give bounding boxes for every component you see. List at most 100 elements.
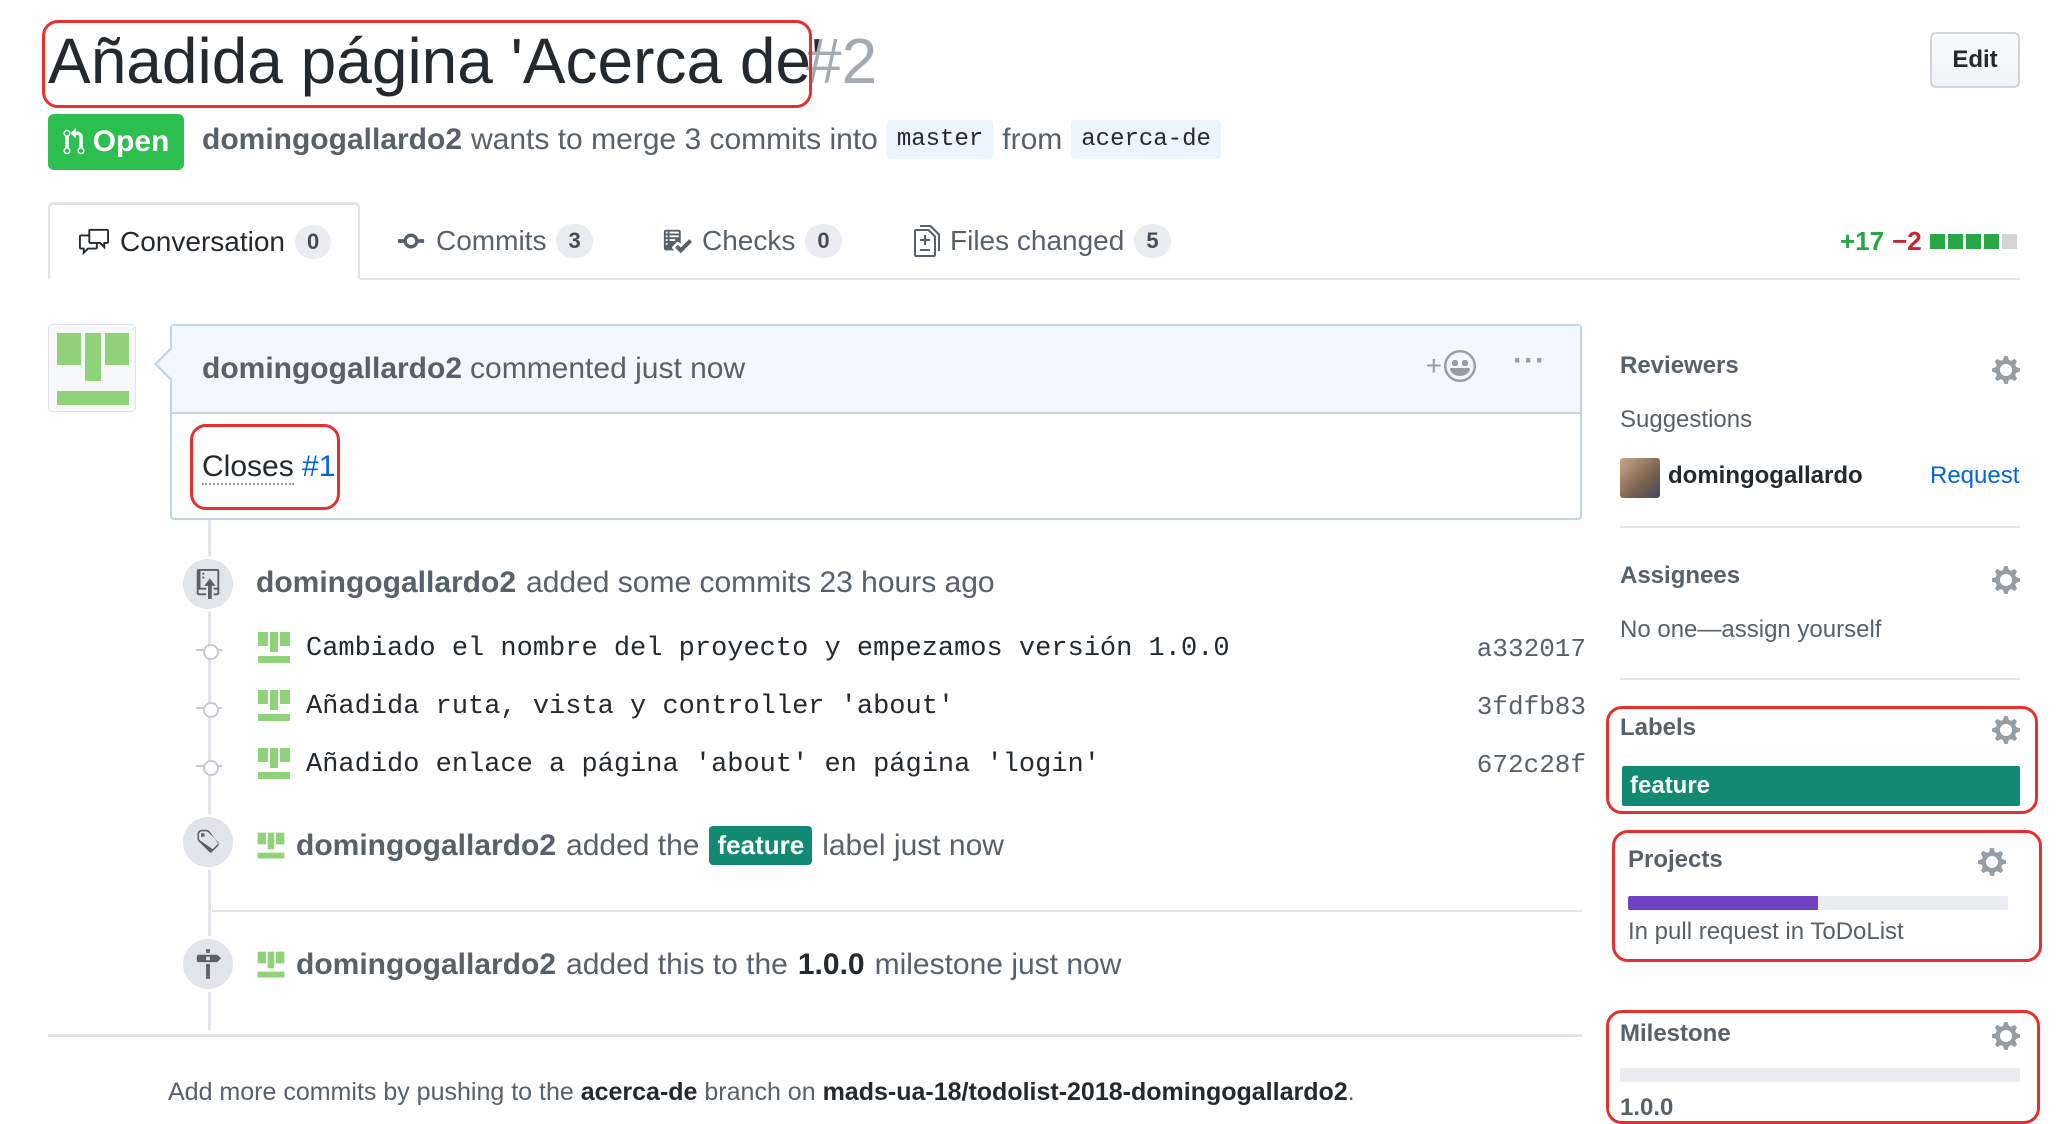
state-label: Open [92,125,170,158]
comment-header: domingogallardo2 commented just now [172,326,1580,414]
avatar[interactable] [48,324,136,412]
commits-event: domingogallardo2 added some commits 23 h… [256,566,995,600]
state-badge: Open [48,114,184,170]
gear-icon[interactable] [1990,564,2022,596]
project-progress-fill [1628,896,1818,910]
highlight-title [42,20,812,108]
pr-number: #2 [806,25,878,97]
timeline-badge [180,936,236,992]
gear-icon[interactable] [1990,714,2022,746]
highlight-closes [190,424,340,510]
hint-text: branch on [704,1078,816,1106]
gear-icon[interactable] [1976,846,2008,878]
hint-repo[interactable]: mads-ua-18/todolist-2018-domingogallardo… [823,1078,1348,1106]
checklist-icon [663,229,692,254]
request-review-link[interactable]: Request [1930,462,2019,490]
commit-dot-icon [196,758,222,776]
commit-row: Cambiado el nombre del proyecto y empeza… [196,630,1586,670]
milestone-event: domingogallardo2 added this to the 1.0.0… [256,948,1121,982]
tab-label: Commits [436,225,547,256]
diffstat-block [1947,234,1963,249]
event-text: added this to the [566,948,788,981]
tab-commits[interactable]: Commits 3 [396,202,593,280]
comment-author[interactable]: domingogallardo2 [202,352,462,386]
label-chip[interactable]: feature [1622,766,2020,806]
author-link[interactable]: domingogallardo2 [202,123,462,157]
commit-message[interactable]: Añadido enlace a página 'about' en págin… [306,750,1100,780]
assign-yourself-link[interactable]: No one—assign yourself [1620,616,1881,644]
diffstat[interactable]: +17 −2 [1840,226,2017,257]
diffstat-block [1983,234,1999,249]
diffstat-block [2001,234,2017,249]
commit-sha[interactable]: a332017 [1477,634,1586,664]
hint-text: Add more commits by pushing to the [168,1078,574,1106]
push-hint: Add more commits by pushing to the acerc… [168,1078,1355,1107]
avatar[interactable] [256,688,292,724]
milestone-icon [196,949,221,979]
commit-dot-icon [196,642,222,660]
timeline-badge [180,556,236,612]
tab-label: Conversation [120,225,285,257]
milestone-link[interactable]: 1.0.0 [798,948,865,982]
event-text: label just now [822,828,1004,862]
tab-checks[interactable]: Checks 0 [662,202,842,280]
commit-sha[interactable]: 3fdfb83 [1477,692,1586,722]
smiley-icon [1444,350,1476,382]
tab-counter: 0 [294,224,332,259]
reviewers-heading: Reviewers [1620,352,1739,379]
identicon [57,333,129,405]
tab-counter: 3 [556,224,593,258]
comment-discussion-icon [79,228,109,255]
milestone-name[interactable]: 1.0.0 [1620,1094,1673,1122]
event-author[interactable]: domingogallardo2 [296,948,556,982]
event-author[interactable]: domingogallardo2 [256,566,516,600]
hint-branch[interactable]: acerca-de [581,1078,698,1106]
gear-icon[interactable] [1990,354,2022,386]
commit-sha[interactable]: 672c28f [1477,750,1586,780]
assignees-heading: Assignees [1620,562,1741,589]
hint-text: . [1347,1078,1355,1106]
label-chip[interactable]: feature [709,826,813,865]
from-text: from [1002,122,1063,156]
milestone-progress-bar [1620,1068,2020,1082]
project-progress-bar [1628,896,2008,910]
git-commit-icon [397,233,425,249]
tab-conversation[interactable]: Conversation 0 [48,202,360,280]
timeline-end-divider [48,1034,1582,1037]
tab-files-changed[interactable]: Files changed 5 [914,202,1171,280]
avatar[interactable] [256,831,286,861]
avatar[interactable] [256,630,292,666]
diffstat-deletions: −2 [1892,226,1922,256]
event-text: added some commits 23 hours ago [526,566,995,599]
commit-row: Añadida ruta, vista y controller 'about'… [196,688,1586,728]
label-event: domingogallardo2 added the feature label… [256,826,1004,865]
tab-counter: 5 [1134,224,1171,258]
sidebar-divider [1620,678,2020,680]
gear-icon[interactable] [1990,1020,2022,1052]
event-author[interactable]: domingogallardo2 [296,829,556,863]
repo-push-icon [196,569,220,599]
event-text: milestone just now [874,948,1122,981]
merge-summary: domingogallardo2 wants to merge 3 commit… [202,120,1221,159]
git-pull-request-icon [63,128,85,155]
add-reaction-button[interactable]: + [1426,350,1476,382]
comment-action: commented just now [470,352,746,385]
base-branch[interactable]: master [886,120,994,159]
suggested-reviewer[interactable]: domingogallardo [1668,462,1863,490]
avatar[interactable] [256,950,286,980]
comment-pointer-fill [157,348,173,380]
sidebar-divider [1620,526,2020,528]
commit-message[interactable]: Cambiado el nombre del proyecto y empeza… [306,634,1230,664]
tab-label: Files changed [950,225,1125,256]
event-text: added the [566,828,700,862]
diffstat-block [1929,234,1945,249]
avatar[interactable] [1620,458,1660,498]
head-branch[interactable]: acerca-de [1071,120,1221,159]
project-status[interactable]: In pull request in ToDoList [1628,918,1904,946]
edit-button[interactable]: Edit [1930,32,2020,88]
avatar[interactable] [256,746,292,782]
more-options-button[interactable]: ··· [1513,344,1546,378]
labels-heading: Labels [1620,714,1697,741]
merge-text: wants to merge 3 commits into [471,122,878,156]
commit-message[interactable]: Añadida ruta, vista y controller 'about' [306,692,954,722]
